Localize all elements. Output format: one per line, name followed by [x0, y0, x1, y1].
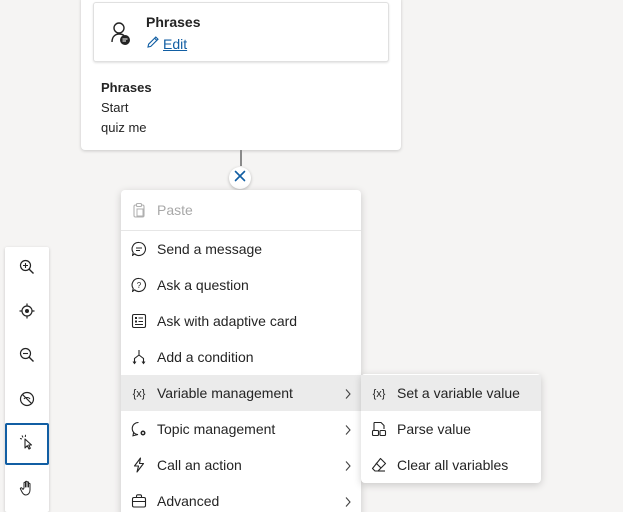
svg-text:{x}: {x}	[133, 388, 146, 400]
menu-item-call-action[interactable]: Call an action	[121, 447, 361, 483]
select-tool-button[interactable]	[5, 423, 49, 465]
phrase-item: Start	[101, 100, 129, 115]
trigger-node[interactable]: Phrases Edit Phrases Start quiz me	[81, 0, 401, 150]
chevron-right-icon	[344, 495, 352, 512]
clipboard-icon	[130, 201, 148, 219]
edit-link[interactable]: Edit	[146, 35, 187, 52]
card-icon	[130, 312, 148, 330]
menu-item-variable-management[interactable]: {x} Variable management	[121, 375, 361, 411]
topic-icon	[130, 420, 148, 438]
add-node-menu: Paste Send a message ? Ask a question As…	[121, 190, 361, 512]
zoom-out-button[interactable]	[5, 335, 49, 379]
zoom-out-icon	[19, 347, 35, 368]
menu-item-label: Advanced	[157, 493, 220, 509]
menu-item-label: Send a message	[157, 241, 263, 257]
menu-item-ask-question[interactable]: ? Ask a question	[121, 267, 361, 303]
chat-icon	[130, 240, 148, 258]
chevron-right-icon	[344, 423, 352, 441]
pointer-icon	[19, 434, 35, 455]
chevron-right-icon	[344, 459, 352, 477]
parse-icon	[370, 420, 388, 438]
close-menu-button[interactable]	[229, 167, 251, 189]
menu-item-paste[interactable]: Paste	[121, 192, 361, 228]
fit-view-button[interactable]	[5, 291, 49, 335]
menu-item-label: Variable management	[157, 385, 293, 401]
menu-item-adaptive-card[interactable]: Ask with adaptive card	[121, 303, 361, 339]
briefcase-icon	[130, 492, 148, 510]
person-chat-icon	[110, 21, 132, 47]
lightning-icon	[130, 456, 148, 474]
close-icon	[234, 169, 246, 187]
menu-item-advanced[interactable]: Advanced	[121, 483, 361, 512]
variable-management-submenu: {x} Set a variable value Parse value Cle…	[361, 374, 541, 483]
svg-text:?: ?	[137, 281, 142, 290]
menu-item-label: Ask a question	[157, 277, 249, 293]
minimap-toggle-button[interactable]	[5, 379, 49, 423]
menu-item-label: Add a condition	[157, 349, 254, 365]
submenu-item-label: Set a variable value	[397, 385, 520, 401]
submenu-item-parse-value[interactable]: Parse value	[361, 411, 541, 447]
zoom-in-button[interactable]	[5, 247, 49, 291]
menu-item-label: Topic management	[157, 421, 276, 437]
phrase-item: quiz me	[101, 120, 147, 135]
svg-text:{x}: {x}	[373, 388, 386, 400]
menu-item-label: Paste	[157, 202, 193, 218]
canvas-toolbar	[5, 247, 49, 512]
branch-icon	[130, 348, 148, 366]
variable-icon: {x}	[370, 384, 388, 402]
phrases-heading: Phrases	[101, 80, 152, 95]
question-icon: ?	[130, 276, 148, 294]
trigger-header: Phrases Edit	[93, 2, 389, 62]
edit-label: Edit	[163, 35, 188, 52]
menu-item-topic-management[interactable]: Topic management	[121, 411, 361, 447]
target-icon	[19, 303, 35, 324]
chevron-right-icon	[344, 387, 352, 405]
eraser-icon	[370, 456, 388, 474]
authoring-canvas[interactable]: Phrases Edit Phrases Start quiz me Paste…	[0, 0, 623, 512]
menu-item-label: Ask with adaptive card	[157, 313, 298, 329]
submenu-item-clear-variables[interactable]: Clear all variables	[361, 447, 541, 483]
submenu-item-label: Parse value	[397, 421, 471, 437]
menu-item-label: Call an action	[157, 457, 242, 473]
zoom-in-icon	[19, 259, 35, 280]
submenu-item-set-variable[interactable]: {x} Set a variable value	[361, 375, 541, 411]
menu-item-add-condition[interactable]: Add a condition	[121, 339, 361, 375]
menu-item-send-message[interactable]: Send a message	[121, 231, 361, 267]
submenu-item-label: Clear all variables	[397, 457, 509, 473]
no-eye-icon	[19, 391, 35, 412]
pencil-icon	[146, 35, 160, 52]
trigger-title: Phrases	[146, 14, 201, 30]
connector-line	[240, 150, 242, 166]
hand-icon	[19, 480, 35, 501]
pan-tool-button[interactable]	[5, 468, 49, 512]
variable-icon: {x}	[130, 384, 148, 402]
